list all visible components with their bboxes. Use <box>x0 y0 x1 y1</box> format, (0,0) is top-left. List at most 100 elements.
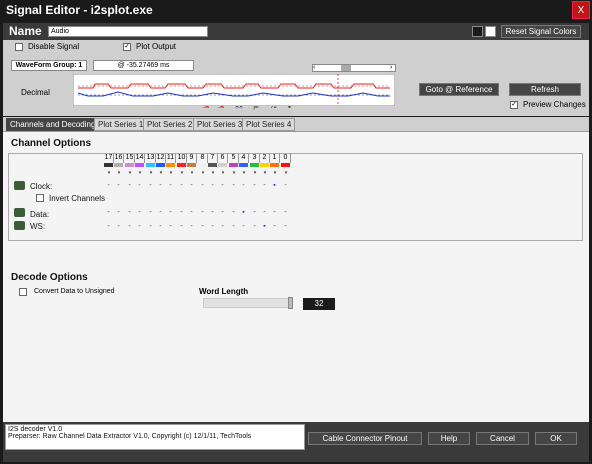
ok-button[interactable]: OK <box>535 432 577 445</box>
tab-channels-and-decoding[interactable]: Channels and Decoding <box>6 118 100 131</box>
channel-cell[interactable]: - <box>156 209 165 217</box>
channel-toggle-icon[interactable]: ▾ <box>157 170 165 176</box>
channel-cell[interactable]: ▪ <box>260 223 269 231</box>
channel-cell[interactable]: - <box>208 223 217 231</box>
channel-toggle-icon[interactable]: ▾ <box>261 170 269 176</box>
channel-cell[interactable]: - <box>146 209 155 217</box>
waveform-group-field[interactable]: WaveForm Group: 1 <box>11 60 87 71</box>
channel-cell[interactable]: - <box>177 182 186 190</box>
channel-cell[interactable]: - <box>156 223 165 231</box>
channel-cell[interactable]: - <box>281 209 290 217</box>
channel-toggle-icon[interactable]: ▾ <box>209 170 217 176</box>
channel-cell[interactable]: - <box>146 182 155 190</box>
channel-toggle-icon[interactable]: ▾ <box>167 170 175 176</box>
channel-cell[interactable]: - <box>250 223 259 231</box>
channel-cell[interactable]: - <box>104 182 113 190</box>
channel-cell[interactable]: - <box>104 209 113 217</box>
channel-cell[interactable]: - <box>218 182 227 190</box>
tab-plot-series-2[interactable]: Plot Series 2 <box>143 118 197 131</box>
channel-cell[interactable]: - <box>270 209 279 217</box>
channel-toggle-icon[interactable]: ▾ <box>251 170 259 176</box>
refresh-button[interactable]: Refresh <box>509 83 581 96</box>
channel-toggle-icon[interactable]: ▾ <box>178 170 186 176</box>
tab-plot-series-3[interactable]: Plot Series 3 <box>193 118 247 131</box>
goto-reference-button[interactable]: Goto @ Reference <box>419 83 499 96</box>
channel-toggle-icon[interactable]: ▾ <box>147 170 155 176</box>
channel-cell[interactable]: - <box>260 209 269 217</box>
channel-cell[interactable]: - <box>270 223 279 231</box>
tab-plot-series-4[interactable]: Plot Series 4 <box>242 118 296 131</box>
channel-cell[interactable]: - <box>104 223 113 231</box>
channel-cell[interactable]: - <box>229 209 238 217</box>
channel-cell[interactable]: - <box>114 223 123 231</box>
channel-cell[interactable]: - <box>281 223 290 231</box>
channel-cell[interactable]: - <box>125 223 134 231</box>
waveform-scrollbar-thumb[interactable] <box>341 65 351 71</box>
waveform-scrollbar[interactable] <box>312 64 396 72</box>
channel-cell[interactable]: - <box>198 209 207 217</box>
channel-cell[interactable]: - <box>135 223 144 231</box>
channel-toggle-icon[interactable]: ▾ <box>199 170 207 176</box>
channel-cell[interactable]: - <box>187 223 196 231</box>
cancel-button[interactable]: Cancel <box>476 432 529 445</box>
channel-cell[interactable]: - <box>218 223 227 231</box>
channel-cell[interactable]: - <box>166 209 175 217</box>
channel-cell[interactable]: - <box>218 209 227 217</box>
ws-signal-icon[interactable] <box>14 221 25 230</box>
channel-cell[interactable]: - <box>156 182 165 190</box>
channel-cell[interactable]: - <box>125 209 134 217</box>
channel-toggle-icon[interactable]: ▾ <box>219 170 227 176</box>
scroll-left-icon[interactable]: ‹ <box>313 64 315 71</box>
channel-cell[interactable]: - <box>135 209 144 217</box>
channel-cell[interactable]: - <box>187 209 196 217</box>
channel-cell[interactable]: - <box>239 182 248 190</box>
channel-toggle-icon[interactable]: ▾ <box>136 170 144 176</box>
data-signal-icon[interactable] <box>14 208 25 217</box>
channel-cell[interactable]: - <box>166 223 175 231</box>
channel-cell[interactable]: - <box>198 182 207 190</box>
color-swatch-dark[interactable] <box>472 26 483 37</box>
channel-cell[interactable]: - <box>135 182 144 190</box>
color-swatch-light[interactable] <box>485 26 496 37</box>
convert-unsigned-checkbox[interactable] <box>19 288 27 296</box>
invert-channels-checkbox[interactable] <box>36 194 44 202</box>
channel-toggle-icon[interactable]: ▾ <box>188 170 196 176</box>
channel-toggle-icon[interactable]: ▾ <box>126 170 134 176</box>
channel-toggle-icon[interactable]: ▾ <box>115 170 123 176</box>
channel-cell[interactable]: - <box>208 182 217 190</box>
channel-toggle-icon[interactable]: ▾ <box>282 170 290 176</box>
channel-cell[interactable]: - <box>114 182 123 190</box>
channel-cell[interactable]: - <box>146 223 155 231</box>
name-input[interactable]: Audio <box>48 26 208 37</box>
clock-signal-icon[interactable] <box>14 181 25 190</box>
channel-cell[interactable]: - <box>187 182 196 190</box>
help-button[interactable]: Help <box>428 432 470 445</box>
channel-cell[interactable]: - <box>260 182 269 190</box>
channel-cell[interactable]: - <box>229 223 238 231</box>
reset-signal-colors-button[interactable]: Reset Signal Colors <box>501 25 581 38</box>
channel-cell[interactable]: - <box>125 182 134 190</box>
channel-cell[interactable]: - <box>250 182 259 190</box>
channel-cell[interactable]: ▪ <box>270 182 279 190</box>
cable-connector-pinout-button[interactable]: Cable Connector Pinout <box>308 432 422 445</box>
channel-toggle-icon[interactable]: ▾ <box>230 170 238 176</box>
word-length-slider[interactable] <box>203 298 291 308</box>
channel-cell[interactable]: - <box>229 182 238 190</box>
channel-cell[interactable]: ▪ <box>239 209 248 217</box>
channel-toggle-icon[interactable]: ▾ <box>240 170 248 176</box>
channel-cell[interactable]: - <box>166 182 175 190</box>
tab-plot-series-1[interactable]: Plot Series 1 <box>94 118 148 131</box>
channel-cell[interactable]: - <box>250 209 259 217</box>
channel-cell[interactable]: - <box>114 209 123 217</box>
channel-cell[interactable]: - <box>208 209 217 217</box>
scroll-right-icon[interactable]: › <box>390 64 392 71</box>
channel-cell[interactable]: - <box>198 223 207 231</box>
close-button[interactable]: X <box>572 1 590 19</box>
channel-cell[interactable]: - <box>177 223 186 231</box>
disable-signal-checkbox[interactable] <box>15 43 23 51</box>
channel-cell[interactable]: - <box>177 209 186 217</box>
channel-toggle-icon[interactable]: ▾ <box>271 170 279 176</box>
word-length-slider-thumb[interactable] <box>288 297 293 309</box>
preview-changes-checkbox[interactable]: ✓ <box>510 101 518 109</box>
channel-cell[interactable]: - <box>281 182 290 190</box>
